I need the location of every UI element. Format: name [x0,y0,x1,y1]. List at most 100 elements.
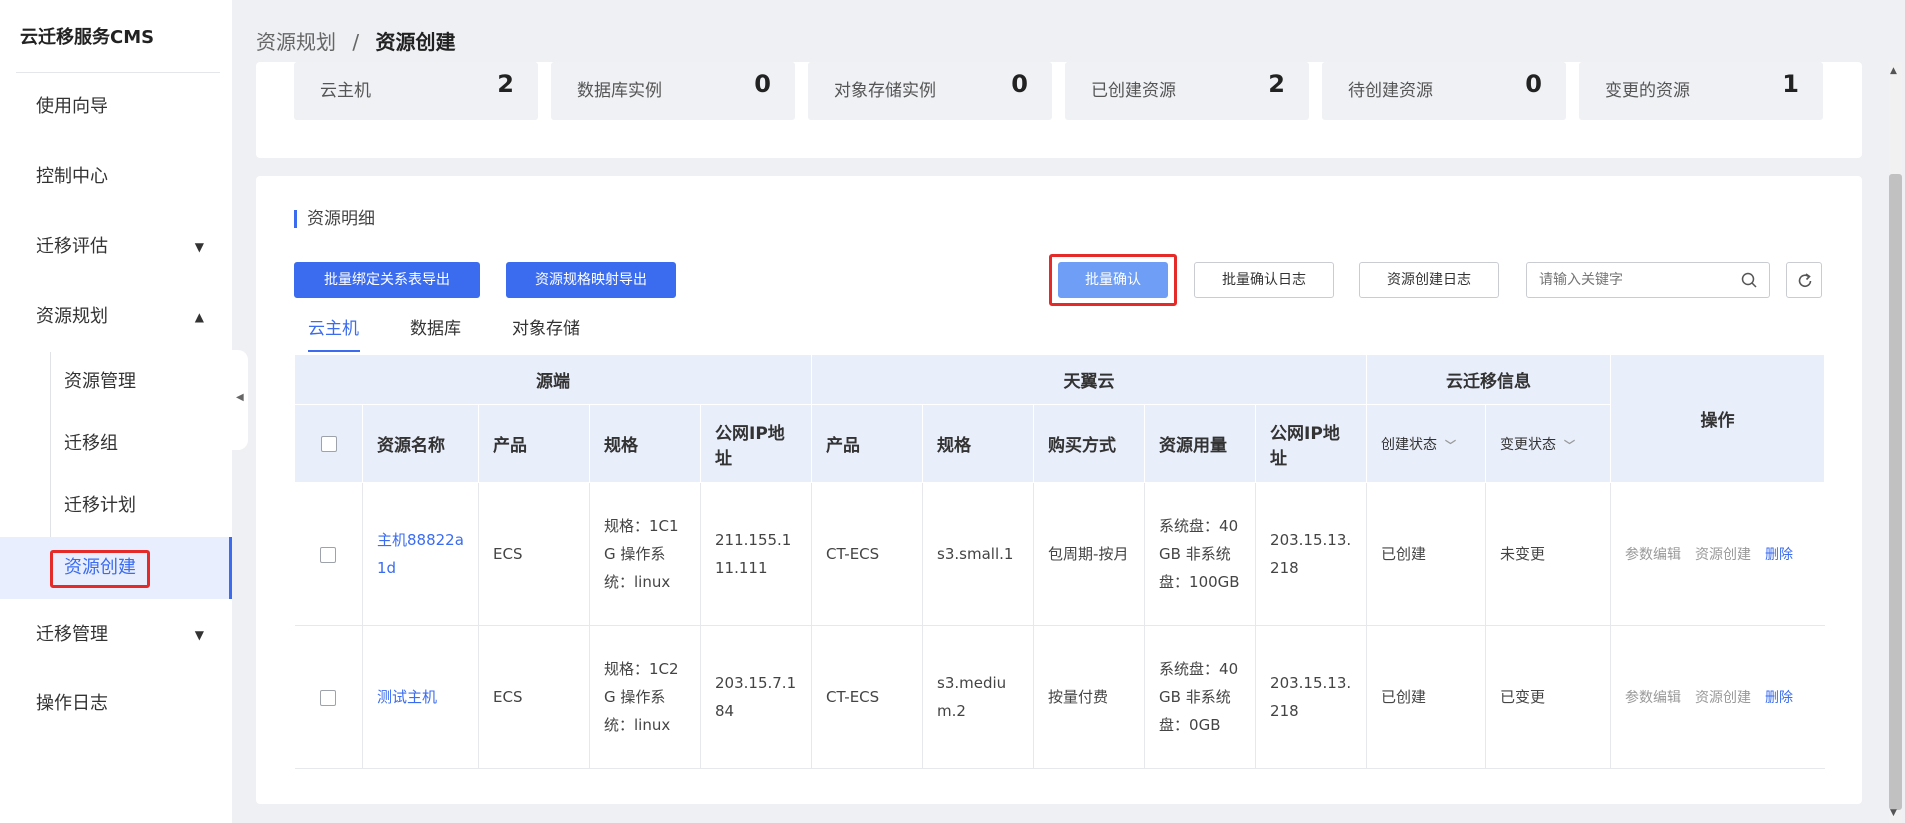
header-public-ip: 公网IP地址 [699,404,813,483]
stat-label: 对象存储实例 [834,81,936,101]
table-row: 测试主机 ECS 规格：1C2G 操作系统：linux 203.15.7.184… [294,625,1825,769]
scroll-up-arrow-icon[interactable]: ▲ [1890,66,1897,76]
cell-change-status: 已变更 [1485,625,1612,769]
row-checkbox[interactable] [320,546,337,563]
sidebar-item-console[interactable]: 控制中心 [0,157,232,197]
cell-actions: 参数编辑 资源创建 删除 [1610,625,1825,769]
sidebar-item-guide[interactable]: 使用向导 [0,87,232,127]
edit-params-link[interactable]: 参数编辑 [1625,547,1681,563]
breadcrumb-parent[interactable]: 资源规划 [256,30,336,54]
sidebar-item-assess[interactable]: 迁移评估 ▼ [0,227,232,267]
select-all-checkbox[interactable] [320,435,337,452]
tab-ecs[interactable]: 云主机 [308,314,359,339]
header-name: 资源名称 [362,404,479,483]
sidebar-item-migration-manage[interactable]: 迁移管理 ▼ [0,615,232,655]
sidebar-item-logs[interactable]: 操作日志 [0,684,232,724]
refresh-button[interactable] [1786,262,1822,298]
stat-card: 云主机 2 [294,62,538,120]
scroll-down-arrow-icon[interactable]: ▼ [1890,808,1897,818]
cell-create-status: 已创建 [1366,625,1487,769]
create-resource-link[interactable]: 资源创建 [1695,547,1751,563]
brand-divider [16,72,220,73]
search-icon[interactable] [1741,272,1757,288]
header-spec: 规格 [589,404,701,483]
cell-spec: 规格：1C1G 操作系统：linux [589,482,701,626]
cell-target-spec: s3.medium.2 [922,625,1035,769]
sidebar-item-label: 资源规划 [36,306,108,327]
caret-up-icon: ▲ [194,310,204,324]
cell-target-spec: s3.small.1 [922,482,1035,626]
cell-product: ECS [478,625,590,769]
stat-value: 0 [754,70,771,98]
cell-target-product: CT-ECS [811,482,924,626]
active-indicator [229,537,232,599]
cell-billing: 按量付费 [1033,625,1146,769]
stat-value: 2 [1268,70,1285,98]
caret-down-icon: ▼ [194,628,204,642]
chevron-down-icon: ﹀ [1445,438,1457,452]
sidebar-item-migration-group[interactable]: 迁移组 [52,424,232,464]
stat-label: 数据库实例 [577,81,662,101]
header-billing: 购买方式 [1033,404,1146,483]
tab-database[interactable]: 数据库 [410,314,461,339]
tab-active-underline [308,350,360,352]
chevron-left-icon: ◀ [236,392,244,403]
sidebar-collapse-toggle[interactable]: ◀ [230,350,248,450]
header-label: 创建状态 [1381,436,1438,453]
cell-usage: 系统盘：40GB 非系统盘：100GB [1144,482,1257,626]
cell-create-status: 已创建 [1366,482,1487,626]
header-target-spec: 规格 [922,404,1035,483]
cell-billing: 包周期-按月 [1033,482,1146,626]
stat-value: 1 [1782,70,1799,98]
sidebar-item-label: 资源创建 [64,557,136,578]
stat-value: 2 [497,70,514,98]
delete-link[interactable]: 删除 [1765,690,1793,706]
delete-link[interactable]: 删除 [1765,547,1793,563]
sidebar: 云迁移服务CMS 使用向导 控制中心 迁移评估 ▼ 资源规划 ▲ 资源管理 迁移… [0,0,232,823]
header-change-status[interactable]: 变更状态 ﹀ [1485,404,1612,483]
cell-actions: 参数编辑 资源创建 删除 [1610,482,1825,626]
stat-card: 变更的资源 1 [1579,62,1823,120]
caret-down-icon: ▼ [194,240,204,254]
create-log-button[interactable]: 资源创建日志 [1359,262,1499,298]
export-spec-button[interactable]: 资源规格映射导出 [506,262,676,298]
edit-params-link[interactable]: 参数编辑 [1625,690,1681,706]
stat-card: 对象存储实例 0 [808,62,1052,120]
resource-name-link[interactable]: 主机88822a1d [377,531,464,577]
page-scrollbar[interactable]: ▲ ▼ [1886,62,1905,823]
row-checkbox[interactable] [320,689,337,706]
header-product: 产品 [478,404,590,483]
section-title: 资源明细 [294,210,375,228]
sidebar-item-migration-plan[interactable]: 迁移计划 [52,486,232,526]
stat-card: 待创建资源 0 [1322,62,1566,120]
group-header-migration-info: 云迁移信息 [1366,354,1612,405]
cell-change-status: 未变更 [1485,482,1612,626]
row-select-cell [294,482,363,626]
stat-card: 数据库实例 0 [551,62,795,120]
chevron-down-icon: ﹀ [1564,438,1576,452]
batch-confirm-button[interactable]: 批量确认 [1058,262,1168,298]
export-binding-button[interactable]: 批量绑定关系表导出 [294,262,480,298]
scrollbar-thumb[interactable] [1889,174,1902,810]
table-row: 主机88822a1d ECS 规格：1C1G 操作系统：linux 211.15… [294,482,1825,626]
header-create-status[interactable]: 创建状态 ﹀ [1366,404,1487,483]
sidebar-item-resource-manage[interactable]: 资源管理 [52,362,232,402]
search-input[interactable] [1527,263,1727,297]
create-resource-link[interactable]: 资源创建 [1695,690,1751,706]
stat-value: 0 [1011,70,1028,98]
stat-value: 0 [1525,70,1542,98]
stat-card: 已创建资源 2 [1065,62,1309,120]
confirm-log-button[interactable]: 批量确认日志 [1194,262,1334,298]
sidebar-item-planning[interactable]: 资源规划 ▲ [0,297,232,337]
cell-usage: 系统盘：40GB 非系统盘：0GB [1144,625,1257,769]
header-operation: 操作 [1610,354,1826,483]
stat-label: 已创建资源 [1091,81,1176,101]
resource-name-link[interactable]: 测试主机 [377,688,437,706]
sidebar-item-resource-create[interactable]: 资源创建 [0,537,232,599]
tab-object-storage[interactable]: 对象存储 [512,314,580,339]
sidebar-item-label: 迁移管理 [36,624,108,645]
cell-target-product: CT-ECS [811,625,924,769]
header-select-all [294,404,363,483]
search-field[interactable] [1526,262,1770,298]
header-target-ip: 公网IP地址 [1255,404,1368,483]
